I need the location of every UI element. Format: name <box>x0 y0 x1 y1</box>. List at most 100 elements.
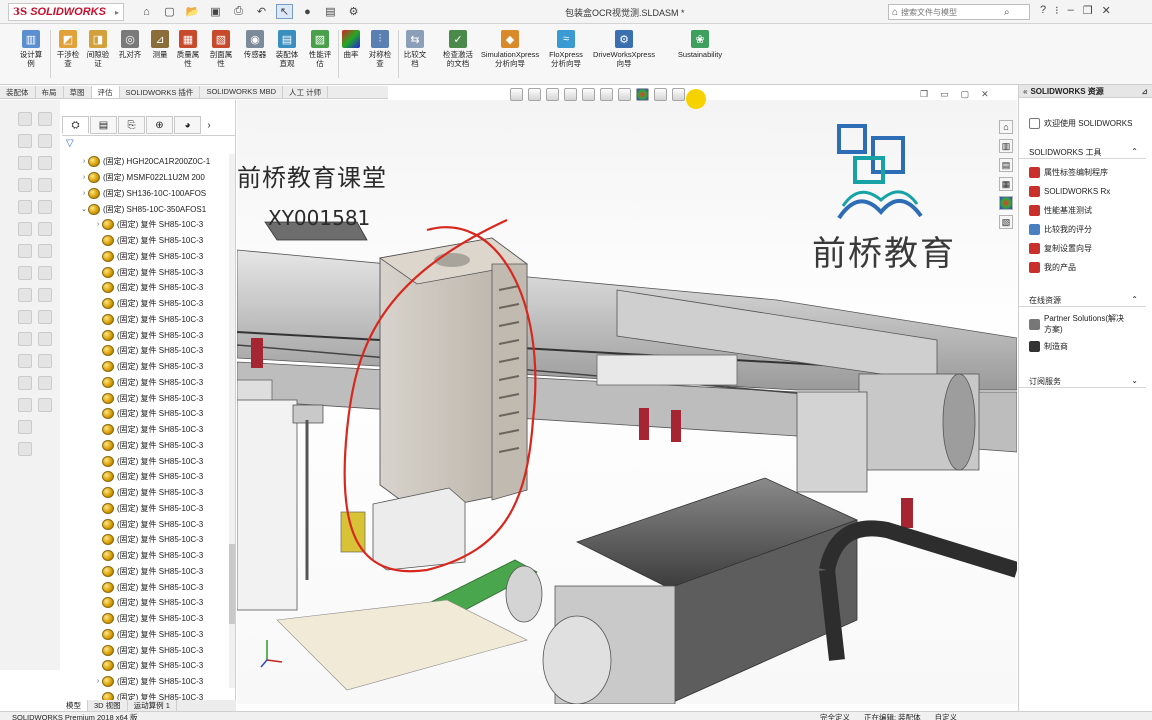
tool-icon[interactable] <box>18 222 32 236</box>
tree-item[interactable]: (固定) 复件 SH85-10C-3 <box>60 327 236 343</box>
welcome-link[interactable]: 欢迎使用 SOLIDWORKS <box>1019 118 1152 129</box>
file-properties-icon[interactable]: ▤ <box>322 4 339 19</box>
tree-item[interactable]: (固定) 复件 SH85-10C-3 <box>60 595 236 611</box>
task-pane-link[interactable]: 复制设置向导 <box>1019 243 1152 254</box>
online-section-header[interactable]: 在线资源 ⌃ <box>1019 295 1146 307</box>
tool-icon[interactable] <box>18 354 32 368</box>
tree-item[interactable]: (固定) 复件 SH85-10C-3 <box>60 564 236 580</box>
tool-icon[interactable] <box>18 266 32 280</box>
zoom-to-fit-icon[interactable] <box>510 87 523 101</box>
tree-item[interactable]: (固定) 复件 SH85-10C-3 <box>60 406 236 422</box>
tool-icon[interactable] <box>38 398 52 412</box>
home-icon[interactable]: ⌂ <box>138 4 155 19</box>
tree-item[interactable]: (固定) 复件 SH85-10C-3 <box>60 658 236 674</box>
feature-tree-tab-icon[interactable]: ⛭ <box>62 116 89 134</box>
task-pane-link[interactable]: Partner Solutions(解决 方案) <box>1019 313 1152 335</box>
tools-section-header[interactable]: SOLIDWORKS 工具 ⌃ <box>1019 147 1146 159</box>
tool-icon[interactable] <box>18 178 32 192</box>
tree-item[interactable]: (固定) 复件 SH85-10C-3 <box>60 264 236 280</box>
task-pane-link[interactable]: 我的产品 <box>1019 262 1152 273</box>
tree-item[interactable]: (固定) 复件 SH85-10C-3 <box>60 280 236 296</box>
viewport-tile-icon[interactable]: ▭ <box>940 89 949 100</box>
tool-icon[interactable] <box>38 288 52 302</box>
search-box[interactable]: ⌂ ⌕ <box>888 4 1030 20</box>
select-cursor-icon[interactable]: ↖ <box>276 4 293 19</box>
tree-item[interactable]: (固定) 复件 SH85-10C-3 <box>60 312 236 328</box>
dimxpert-tab-icon[interactable]: ⊕ <box>146 116 173 134</box>
task-pane-pin-icon[interactable]: ⊿ <box>1141 87 1148 96</box>
tree-item[interactable]: (固定) 复件 SH85-10C-3 <box>60 469 236 485</box>
rebuild-icon[interactable]: ● <box>299 4 316 19</box>
task-pane-link[interactable]: SOLIDWORKS Rx <box>1019 186 1152 197</box>
expand-arrow-icon[interactable]: › <box>94 678 102 685</box>
section-properties-button[interactable]: ▧ 剖面属 性 <box>204 30 238 68</box>
task-pane-link[interactable]: 属性标签编制程序 <box>1019 167 1152 178</box>
tool-icon[interactable] <box>38 178 52 192</box>
solidworks-logo[interactable]: 3S SOLIDWORKS ▸ <box>8 3 124 21</box>
tree-item[interactable]: (固定) 复件 SH85-10C-3 <box>60 390 236 406</box>
tool-icon[interactable] <box>18 200 32 214</box>
scrollbar-thumb[interactable] <box>229 544 235 624</box>
tool-icon[interactable] <box>18 134 32 148</box>
help-icon[interactable]: ? <box>1040 4 1046 17</box>
tree-item[interactable]: › (固定) 复件 SH85-10C-3 <box>60 674 236 690</box>
previous-view-icon[interactable] <box>546 87 559 101</box>
more-tabs-arrow-icon[interactable]: › <box>202 116 216 134</box>
open-file-icon[interactable]: 📂 <box>184 4 201 19</box>
symmetry-check-button[interactable]: ⫶ 对称检 查 <box>363 30 397 68</box>
tool-icon[interactable] <box>18 244 32 258</box>
search-input[interactable] <box>901 7 1002 17</box>
expand-arrow-icon[interactable]: › <box>80 158 88 165</box>
task-pane-link[interactable]: 制造商 <box>1019 341 1152 352</box>
tree-item[interactable]: (固定) 复件 SH85-10C-3 <box>60 438 236 454</box>
task-pane-link[interactable]: 比较我的评分 <box>1019 224 1152 235</box>
task-pane-link[interactable]: 性能基准测试 <box>1019 205 1152 216</box>
viewport-close-icon[interactable]: ✕ <box>981 89 989 100</box>
tool-icon[interactable] <box>38 354 52 368</box>
tree-item[interactable]: (固定) 复件 SH85-10C-3 <box>60 296 236 312</box>
appearances-icon[interactable] <box>999 196 1013 210</box>
section-view-icon[interactable] <box>564 87 577 101</box>
tree-item[interactable]: (固定) 复件 SH85-10C-3 <box>60 343 236 359</box>
tab-inspection[interactable]: 人工 计师 <box>283 86 329 98</box>
tab-motion-study[interactable]: 运动算例 1 <box>128 700 177 711</box>
tool-icon[interactable] <box>18 112 32 126</box>
tree-item[interactable]: (固定) 复件 SH85-10C-3 <box>60 453 236 469</box>
tool-icon[interactable] <box>38 134 52 148</box>
tree-scrollbar[interactable] <box>229 154 235 688</box>
tool-icon[interactable] <box>38 112 52 126</box>
sensor-button[interactable]: ◉ 传感器 <box>238 30 272 59</box>
interference-detection-button[interactable]: ◩ 干涉检 查 <box>51 30 85 68</box>
undo-icon[interactable]: ↶ <box>253 4 270 19</box>
tab-evaluate[interactable]: 评估 <box>91 86 120 98</box>
tree-item[interactable]: (固定) 复件 SH85-10C-3 <box>60 627 236 643</box>
expand-arrow-icon[interactable]: › <box>80 190 88 197</box>
file-explorer-icon[interactable]: ▤ <box>999 158 1013 172</box>
display-style-icon[interactable] <box>600 87 613 101</box>
tree-item[interactable]: (固定) 复件 SH85-10C-3 <box>60 233 236 249</box>
configuration-manager-tab-icon[interactable]: ⎘ <box>118 116 145 134</box>
tool-icon[interactable] <box>18 288 32 302</box>
apply-scene-icon[interactable] <box>654 87 667 101</box>
tree-item[interactable]: (固定) 复件 SH85-10C-3 <box>60 532 236 548</box>
tree-item[interactable]: (固定) 复件 SH85-10C-3 <box>60 501 236 517</box>
tab-3d-views[interactable]: 3D 视图 <box>88 700 128 711</box>
tool-icon[interactable] <box>38 266 52 280</box>
performance-evaluation-button[interactable]: ▨ 性能评 估 <box>303 30 337 68</box>
clearance-verification-button[interactable]: ◨ 间隙验 证 <box>81 30 115 68</box>
viewport-maximize-icon[interactable]: ▢ <box>961 89 970 100</box>
tab-model[interactable]: 模型 <box>60 700 88 711</box>
tree-item[interactable]: (固定) 复件 SH85-10C-3 <box>60 485 236 501</box>
tool-icon[interactable] <box>18 420 32 434</box>
expand-arrow-icon[interactable]: › <box>94 221 102 228</box>
tool-icon[interactable] <box>38 310 52 324</box>
tab-solidworks-addins[interactable]: SOLIDWORKS 插件 <box>120 86 201 98</box>
display-manager-tab-icon[interactable]: ◕ <box>174 116 201 134</box>
tree-item[interactable]: ⌄ (固定) SH85-10C-350AFOS1 <box>60 201 236 217</box>
pin-icon[interactable]: ⁝ <box>1055 4 1059 17</box>
collapse-chevron-icon[interactable]: ⌃ <box>1131 295 1138 306</box>
expand-arrow-icon[interactable]: › <box>80 174 88 181</box>
tab-sketch[interactable]: 草图 <box>64 86 92 98</box>
tree-item[interactable]: (固定) 复件 SH85-10C-3 <box>60 579 236 595</box>
search-icon[interactable]: ⌕ <box>1004 7 1010 18</box>
